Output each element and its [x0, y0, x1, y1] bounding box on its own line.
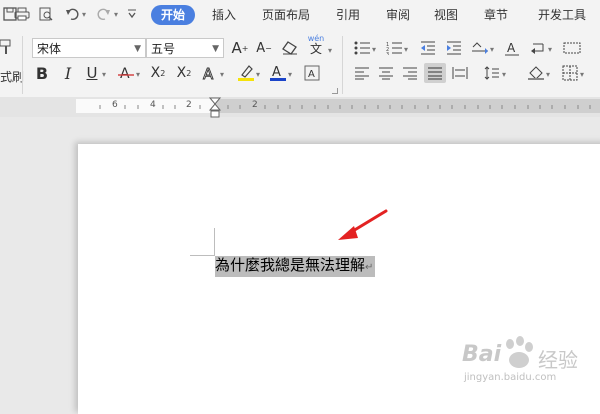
horizontal-ruler[interactable]: 6 4 2 2: [0, 97, 600, 119]
font-dialog-launcher-icon[interactable]: [332, 88, 338, 94]
distributed-align-icon[interactable]: [450, 63, 470, 83]
selected-text[interactable]: 為什麼我總是無法理解↵: [215, 256, 376, 277]
svg-text:A: A: [120, 66, 130, 81]
clear-formatting-icon[interactable]: [280, 38, 300, 58]
borders-dropdown-icon[interactable]: ▾: [580, 70, 584, 79]
line-break-icon[interactable]: [528, 38, 548, 58]
watermark-brand: Bai: [462, 342, 502, 367]
tab-view[interactable]: 视图: [428, 5, 464, 25]
font-size-select[interactable]: 五号 ▼: [146, 38, 224, 58]
text-effect-dropdown-icon[interactable]: ▾: [220, 70, 224, 79]
margin-corner-mark: [214, 228, 215, 256]
superscript-icon[interactable]: X2: [148, 63, 168, 83]
increase-font-size-icon[interactable]: A +: [230, 38, 250, 58]
redo-icon[interactable]: [96, 6, 112, 22]
svg-text:A: A: [308, 69, 315, 80]
pinyin-dropdown-icon[interactable]: ▾: [328, 46, 332, 55]
bullet-dropdown-icon[interactable]: ▾: [372, 45, 376, 54]
format-painter-label[interactable]: 式刷: [0, 68, 24, 85]
svg-text:3: 3: [386, 52, 389, 55]
align-right-icon[interactable]: [400, 63, 420, 83]
pinyin-guide-label-bottom: 文: [309, 42, 322, 56]
tab-home[interactable]: 开始: [151, 5, 195, 25]
home-toolbar: 式刷 宋体 ▼ 五号 ▼ A + A − wén 文 ▾ B I U ▾ A ▾ X…: [0, 30, 600, 97]
watermark-url: jingyan.baidu.com: [464, 372, 557, 383]
tab-page-layout[interactable]: 页面布局: [256, 5, 316, 25]
paragraph-mark: ↵: [365, 262, 374, 273]
margin-corner-mark: [190, 255, 214, 256]
watermark: Bai 经验 jingyan.baidu.com: [460, 336, 600, 400]
print-icon[interactable]: [14, 6, 30, 22]
ruler-ticks: [99, 105, 591, 109]
separator: [342, 36, 343, 94]
bold-icon[interactable]: B: [32, 63, 52, 83]
svg-text:A: A: [203, 65, 214, 81]
chevron-down-icon: ▼: [212, 44, 219, 54]
document-text: 為什麼我總是無法理解: [215, 256, 366, 274]
font-size-value: 五号: [151, 42, 176, 56]
tab-developer-tools[interactable]: 开发工具: [532, 5, 592, 25]
indent-marker-icon[interactable]: [209, 97, 221, 119]
chinese-layout-icon[interactable]: [470, 38, 490, 58]
tab-insert[interactable]: 插入: [206, 5, 242, 25]
underline-dropdown-icon[interactable]: ▾: [102, 70, 106, 79]
menu-bar: ▾ ▾ 开始 插入 页面布局 引用 审阅 视图 章节 开发工具: [0, 0, 600, 30]
align-center-icon[interactable]: [376, 63, 396, 83]
svg-text:A: A: [507, 41, 516, 55]
customize-toolbar-icon[interactable]: [124, 6, 140, 22]
numbered-list-icon[interactable]: 123: [384, 38, 404, 58]
increase-indent-icon[interactable]: [444, 38, 464, 58]
text-effect-icon[interactable]: A: [200, 63, 220, 83]
paw-logo-icon: [506, 336, 533, 368]
ribbon: ▾ ▾ 开始 插入 页面布局 引用 审阅 视图 章节 开发工具 式刷 宋体 ▼ …: [0, 0, 600, 97]
undo-icon[interactable]: [64, 6, 80, 22]
tab-chapter[interactable]: 章节: [478, 5, 514, 25]
italic-icon[interactable]: I: [58, 63, 78, 83]
tab-review[interactable]: 审阅: [380, 5, 416, 25]
undo-dropdown-icon[interactable]: ▾: [82, 10, 86, 19]
shading-dropdown-icon[interactable]: ▾: [546, 70, 550, 79]
underline-icon[interactable]: U: [82, 63, 102, 83]
decrease-indent-icon[interactable]: [418, 38, 438, 58]
strikethrough-dropdown-icon[interactable]: ▾: [136, 70, 140, 79]
line-break-dropdown-icon[interactable]: ▾: [548, 45, 552, 54]
justify-icon[interactable]: [424, 63, 446, 83]
line-spacing-dropdown-icon[interactable]: ▾: [502, 70, 506, 79]
borders-icon[interactable]: [560, 63, 580, 83]
text-direction-icon[interactable]: A: [502, 38, 522, 58]
print-preview-icon[interactable]: [38, 6, 54, 22]
watermark-brand-cn: 经验: [538, 348, 578, 372]
svg-text:A: A: [272, 65, 281, 80]
highlight-dropdown-icon[interactable]: ▾: [256, 70, 260, 79]
font-name-value: 宋体: [37, 42, 62, 56]
show-hide-marks-icon[interactable]: [562, 38, 582, 58]
chevron-down-icon: ▼: [134, 44, 141, 54]
tab-references[interactable]: 引用: [330, 5, 366, 25]
chinese-layout-dropdown-icon[interactable]: ▾: [490, 45, 494, 54]
shading-icon[interactable]: [526, 63, 546, 83]
subscript-icon[interactable]: X2: [174, 63, 194, 83]
format-painter-icon[interactable]: [0, 38, 14, 56]
font-color-dropdown-icon[interactable]: ▾: [288, 70, 292, 79]
redo-dropdown-icon[interactable]: ▾: [114, 10, 118, 19]
red-arrow-annotation-icon: [338, 209, 388, 240]
character-border-icon[interactable]: A: [302, 63, 322, 83]
line-spacing-icon[interactable]: [482, 63, 502, 83]
decrease-font-size-icon[interactable]: A −: [254, 38, 274, 58]
font-color-icon[interactable]: A: [268, 63, 288, 83]
numbering-dropdown-icon[interactable]: ▾: [404, 45, 408, 54]
separator: [22, 36, 23, 94]
highlight-icon[interactable]: [236, 63, 256, 83]
font-name-select[interactable]: 宋体 ▼: [32, 38, 146, 58]
pinyin-guide-icon[interactable]: wén 文: [306, 34, 326, 56]
bullet-list-icon[interactable]: [352, 38, 372, 58]
align-left-icon[interactable]: [352, 63, 372, 83]
strikethrough-icon[interactable]: A: [116, 63, 136, 83]
